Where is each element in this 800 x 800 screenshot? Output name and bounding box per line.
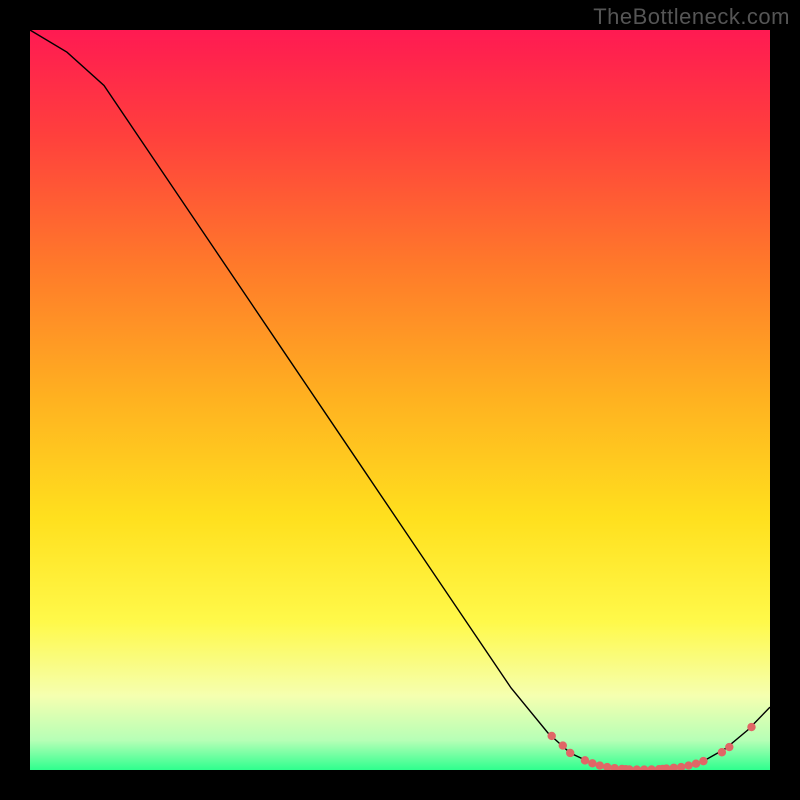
plot-area	[30, 30, 770, 770]
data-point	[548, 732, 556, 740]
chart-frame: TheBottleneck.com	[0, 0, 800, 800]
data-point	[747, 723, 755, 731]
data-point	[725, 743, 733, 751]
data-point	[588, 759, 596, 767]
data-point	[699, 757, 707, 765]
chart-svg	[30, 30, 770, 770]
data-point	[718, 748, 726, 756]
data-point	[566, 749, 574, 757]
data-point	[684, 761, 692, 769]
watermark-text: TheBottleneck.com	[593, 4, 790, 30]
data-point	[692, 760, 700, 768]
data-point	[581, 756, 589, 764]
data-point	[559, 741, 567, 749]
data-point	[596, 761, 604, 769]
